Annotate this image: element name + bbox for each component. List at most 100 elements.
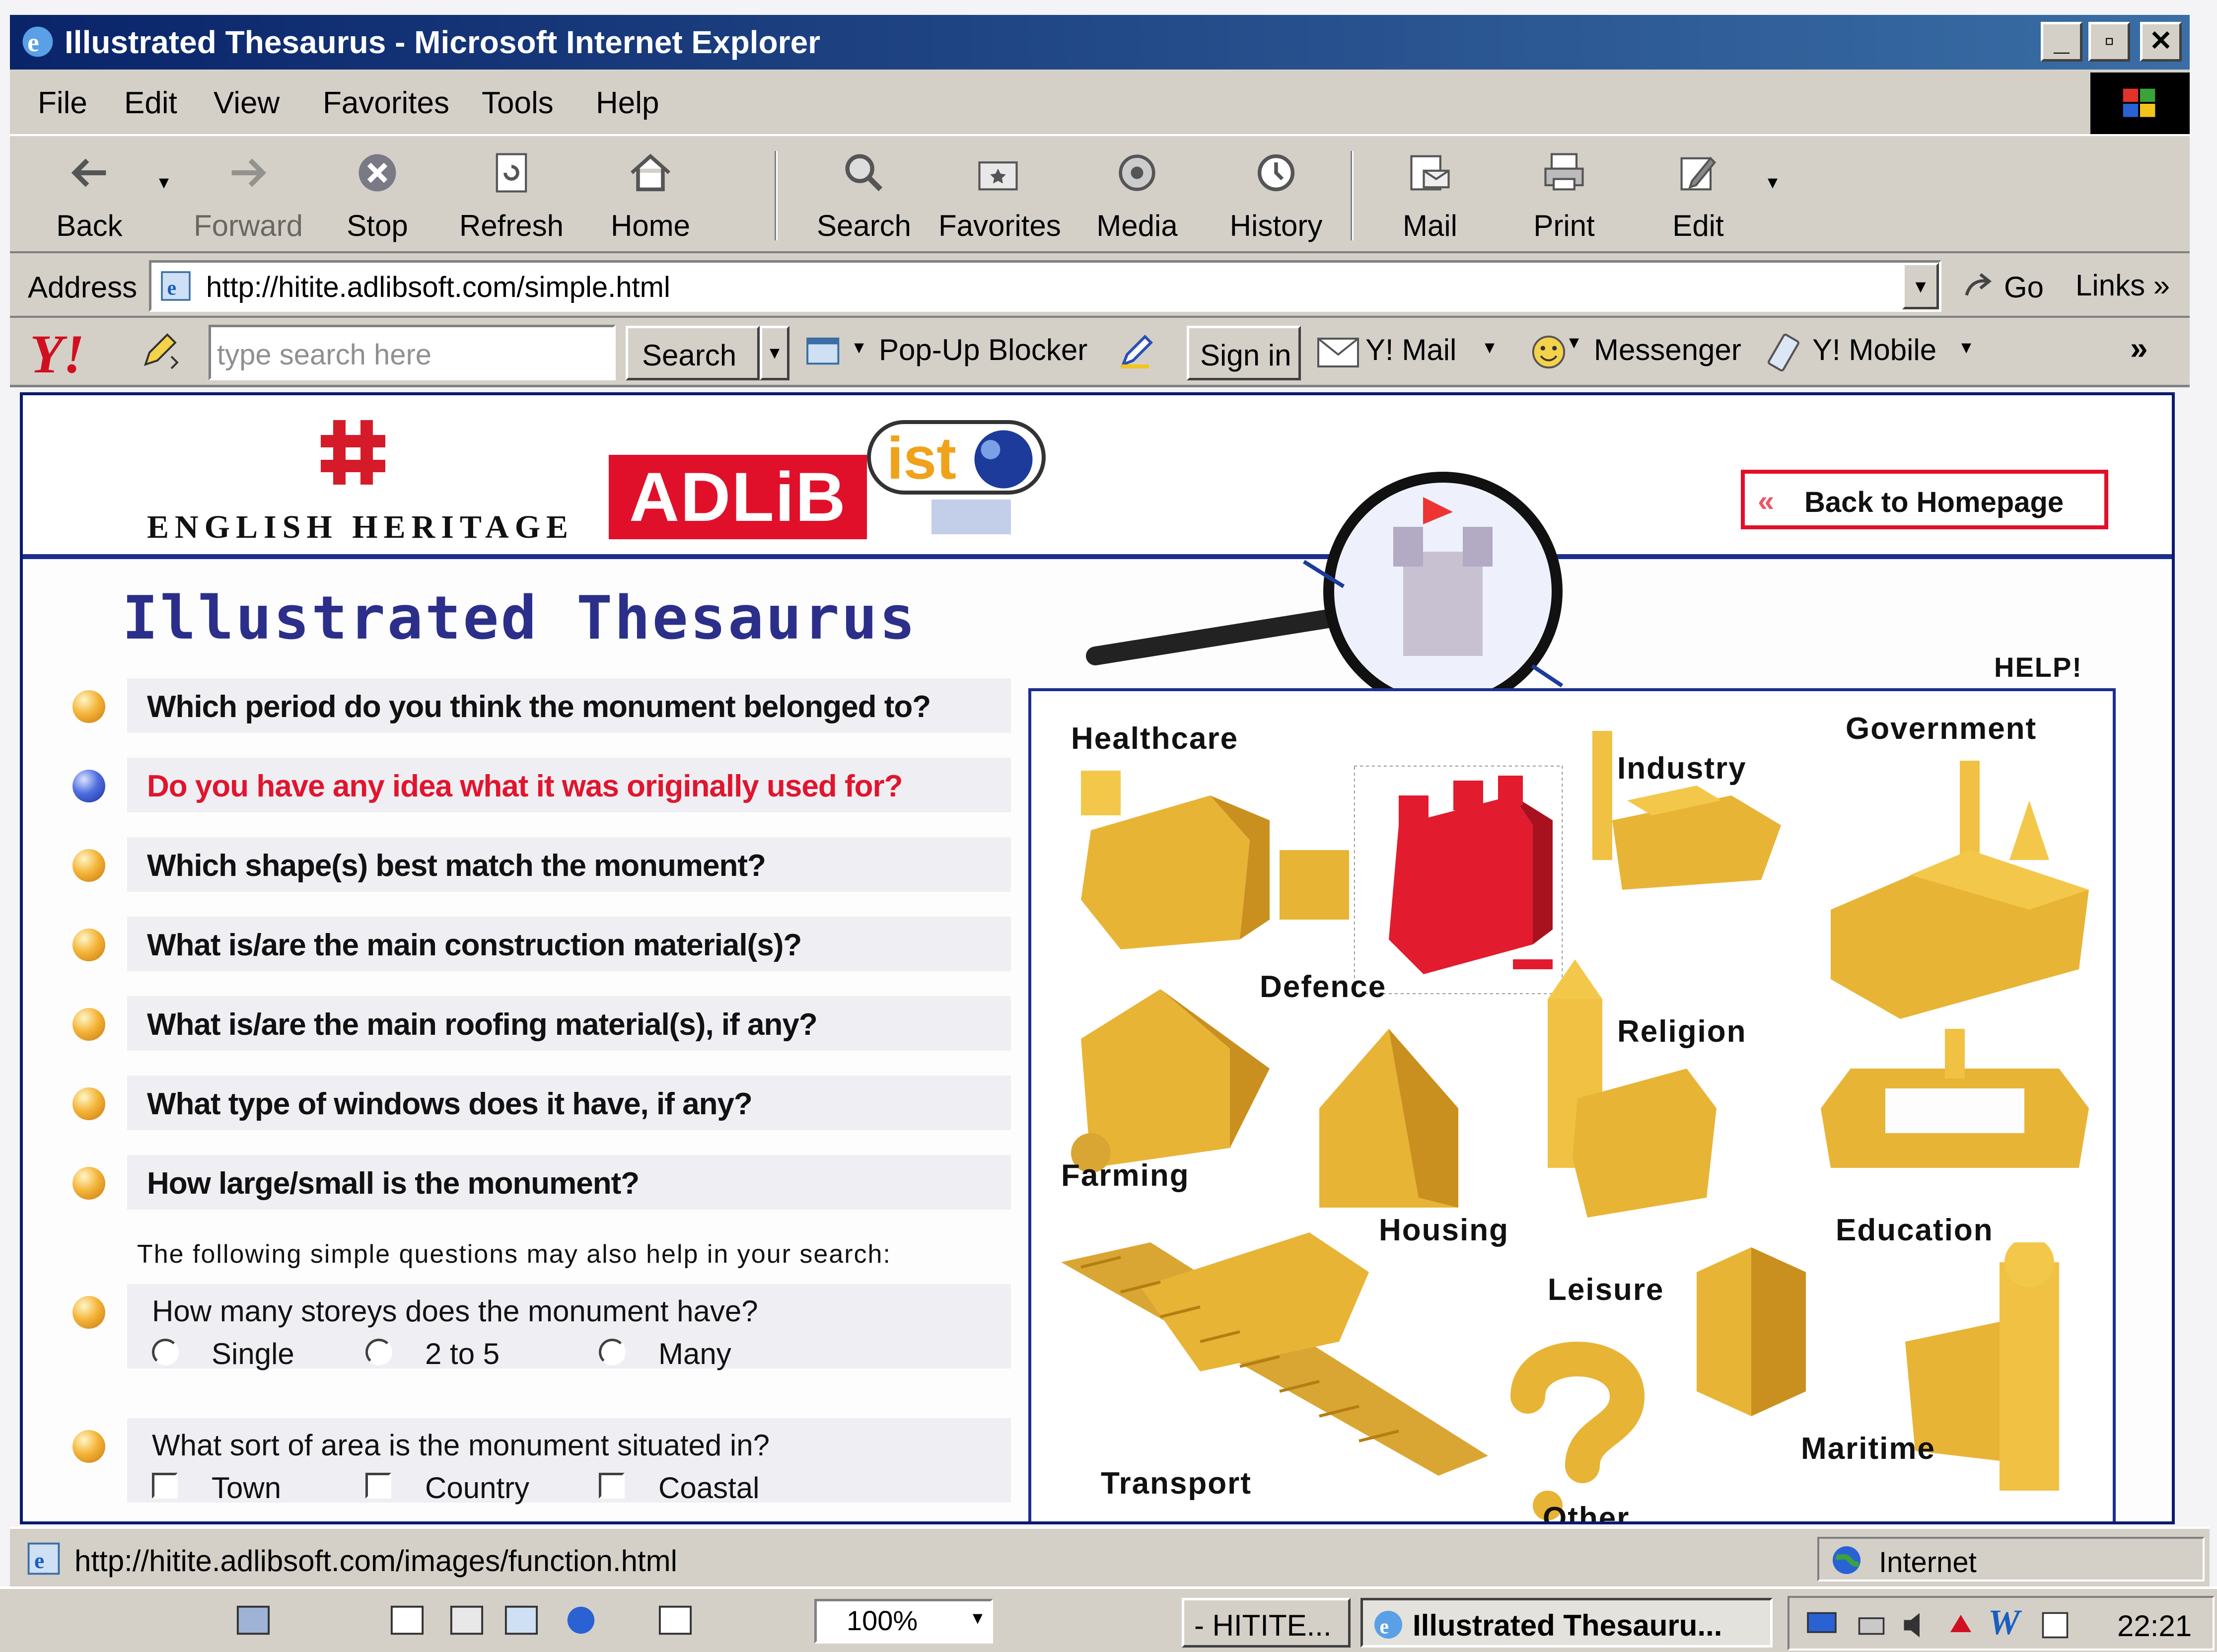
menu-view[interactable]: View	[214, 85, 280, 121]
address-input[interactable]: e http://hitite.adlibsoft.com/simple.htm…	[149, 260, 1941, 312]
yahoo-logo[interactable]: Y!	[30, 323, 84, 386]
question-shape[interactable]: Which shape(s) best match the monument?	[72, 837, 1011, 892]
favorites-button[interactable]: Favorites	[938, 145, 1061, 249]
word-icon[interactable]: W	[1988, 1602, 2020, 1643]
mail-dropdown-icon[interactable]: ▾	[1485, 336, 1495, 359]
mail-button[interactable]: Mail	[1370, 145, 1490, 249]
mobile-dropdown-icon[interactable]: ▾	[1961, 336, 1971, 359]
ie-icon: e	[1374, 1611, 1402, 1639]
minimize-button[interactable]: _	[2041, 22, 2082, 62]
search-icon	[845, 154, 883, 192]
quicklaunch-icon[interactable]	[561, 1603, 601, 1638]
question-windows[interactable]: What type of windows does it have, if an…	[72, 1076, 1011, 1130]
refresh-button[interactable]: Refresh	[452, 145, 571, 249]
address-label: Address	[28, 271, 138, 304]
quicklaunch-icon[interactable]	[501, 1603, 541, 1638]
religion-label[interactable]: Religion	[1617, 1014, 1747, 1049]
menu-help[interactable]: Help	[596, 85, 659, 121]
menu-favorites[interactable]: Favorites	[323, 85, 449, 121]
question-construction-material[interactable]: What is/are the main construction materi…	[72, 917, 1011, 971]
media-button[interactable]: Media	[1077, 145, 1197, 249]
yahoo-search-input[interactable]: type search here	[209, 325, 616, 380]
leisure-label[interactable]: Leisure	[1548, 1272, 1664, 1307]
history-button[interactable]: History	[1216, 145, 1336, 249]
other-label[interactable]: Other	[1543, 1501, 1630, 1521]
leisure-bandstand-image[interactable]	[1677, 1242, 1826, 1421]
industry-label[interactable]: Industry	[1617, 751, 1747, 786]
sign-in-button[interactable]: Sign in	[1187, 326, 1301, 380]
close-button[interactable]: ✕	[2140, 22, 2182, 62]
print-button[interactable]: Print	[1504, 145, 1624, 249]
question-size[interactable]: How large/small is the monument?	[72, 1155, 1011, 1210]
menu-file[interactable]: File	[38, 85, 87, 121]
popup-blocker-button[interactable]: Pop-Up Blocker	[879, 333, 1087, 367]
back-button[interactable]: Back	[30, 145, 149, 249]
stop-button[interactable]: Stop	[318, 145, 437, 249]
tray-monitor-icon[interactable]	[1804, 1608, 1839, 1643]
religion-church-image[interactable]	[1518, 959, 1726, 1227]
home-button[interactable]: Home	[591, 145, 710, 249]
tray-network-icon[interactable]	[1854, 1608, 1889, 1643]
industry-building-image[interactable]	[1582, 721, 1791, 910]
help-link[interactable]: HELP!	[1994, 651, 2082, 683]
zoom-select[interactable]: 100% ▾	[814, 1599, 993, 1644]
quicklaunch-icon[interactable]	[387, 1603, 427, 1638]
yahoo-mail-button[interactable]: Y! Mail	[1365, 333, 1456, 367]
search-dropdown-icon[interactable]: ▾	[760, 326, 789, 380]
other-question-mark-image[interactable]	[1498, 1337, 1647, 1524]
menu-edit[interactable]: Edit	[124, 85, 177, 121]
messenger-dropdown-icon[interactable]: ▾	[1569, 331, 1579, 354]
question-original-use[interactable]: Do you have any idea what it was origina…	[72, 758, 1011, 812]
taskbar-item-hitite[interactable]: - HITITE...	[1182, 1598, 1351, 1648]
search-button[interactable]: Search	[804, 145, 924, 249]
government-building-image[interactable]	[1821, 761, 2099, 1019]
government-label[interactable]: Government	[1846, 711, 2037, 746]
transport-label[interactable]: Transport	[1101, 1466, 1252, 1501]
radio-2-to-5[interactable]	[365, 1339, 392, 1365]
pencil-icon[interactable]	[139, 331, 184, 370]
messenger-button[interactable]: Messenger	[1594, 333, 1741, 367]
checkbox-town[interactable]	[152, 1473, 178, 1499]
healthcare-building-image[interactable]	[1061, 751, 1369, 959]
english-heritage-logo[interactable]: ENGLISH HERITAGE	[132, 415, 589, 549]
address-dropdown-icon[interactable]: ▾	[1902, 263, 1939, 309]
maritime-label[interactable]: Maritime	[1801, 1431, 1935, 1466]
toolbar-overflow-icon[interactable]: »	[2130, 330, 2148, 366]
taskbar-item-illustrated-thesaurus[interactable]: e Illustrated Thesauru...	[1360, 1598, 1773, 1648]
question-period[interactable]: Which period do you think the monument b…	[72, 678, 1011, 733]
transport-railway-image[interactable]	[1061, 1222, 1488, 1481]
forward-button[interactable]: Forward	[189, 145, 308, 249]
tray-security-icon[interactable]	[1943, 1608, 1978, 1643]
quicklaunch-icon[interactable]	[655, 1603, 695, 1638]
toolbar-dropdown-icon[interactable]: ▾	[1768, 171, 1778, 194]
ist-logo[interactable]: ist	[867, 415, 1056, 534]
yahoo-mobile-button[interactable]: Y! Mobile	[1812, 333, 1936, 367]
popup-dropdown-icon[interactable]: ▾	[854, 336, 864, 359]
checkbox-coastal[interactable]	[599, 1473, 625, 1499]
healthcare-label[interactable]: Healthcare	[1071, 721, 1238, 756]
svg-text:e: e	[27, 28, 39, 57]
farming-label[interactable]: Farming	[1061, 1158, 1190, 1193]
links-button[interactable]: Links »	[2075, 268, 2170, 302]
checkbox-country[interactable]	[365, 1473, 391, 1499]
radio-many[interactable]	[599, 1339, 626, 1365]
question-roofing-material[interactable]: What is/are the main roofing material(s)…	[72, 996, 1011, 1051]
education-building-image[interactable]	[1811, 1029, 2099, 1188]
back-dropdown-icon[interactable]: ▾	[159, 171, 169, 194]
maximize-button[interactable]: ▫	[2088, 22, 2130, 62]
quicklaunch-icon[interactable]	[447, 1603, 487, 1638]
volume-icon[interactable]	[1899, 1608, 1933, 1643]
highlighter-icon[interactable]	[1117, 331, 1157, 370]
menu-tools[interactable]: Tools	[482, 85, 554, 121]
housing-building-image[interactable]	[1309, 1009, 1468, 1218]
radio-single[interactable]	[152, 1339, 179, 1365]
go-button[interactable]: Go	[1961, 263, 2085, 311]
yahoo-search-button[interactable]: Search	[626, 326, 760, 380]
address-bar: Address e http://hitite.adlibsoft.com/si…	[10, 253, 2190, 318]
tray-window-icon[interactable]	[2038, 1608, 2073, 1643]
edit-button[interactable]: Edit	[1639, 145, 1758, 249]
back-to-homepage-button[interactable]: « Back to Homepage	[1741, 470, 2108, 529]
quicklaunch-icon[interactable]	[233, 1603, 273, 1638]
adlib-logo[interactable]: ADLiB	[609, 455, 867, 539]
farming-building-image[interactable]	[1061, 969, 1319, 1178]
